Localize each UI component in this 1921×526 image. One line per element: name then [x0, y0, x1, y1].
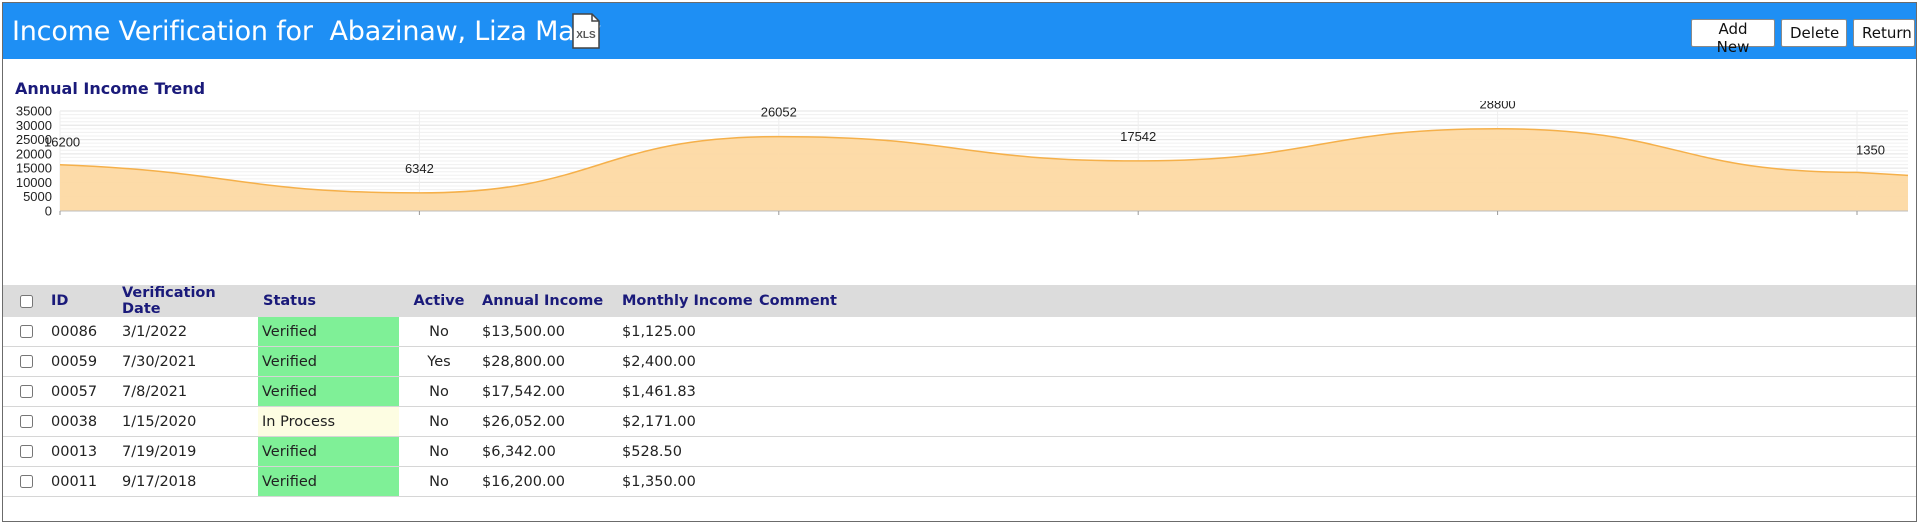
data-label: 28800: [1480, 101, 1516, 112]
select-all-cell: [3, 285, 51, 317]
row-monthly-income: $528.50: [622, 443, 682, 460]
row-verification-date: 7/30/2021: [122, 353, 197, 370]
row-status: Verified: [258, 466, 399, 497]
select-all-checkbox[interactable]: [20, 294, 33, 308]
row-select-cell: [3, 317, 51, 347]
y-tick-label: 15000: [16, 161, 52, 176]
row-id: 00011: [51, 473, 98, 490]
table-row[interactable]: 00011 9/17/2018 Verified No $16,200.00 $…: [3, 466, 1916, 497]
row-checkbox[interactable]: [20, 355, 33, 368]
column-header-id[interactable]: ID: [51, 285, 122, 317]
row-verification-date: 1/15/2020: [122, 413, 197, 430]
row-monthly-income: $1,125.00: [622, 323, 696, 340]
row-id: 00059: [51, 353, 98, 370]
row-select-cell: [3, 467, 51, 497]
row-checkbox[interactable]: [20, 445, 33, 458]
row-comment: [759, 377, 1916, 407]
row-active: No: [429, 383, 449, 400]
table-row[interactable]: 00057 7/8/2021 Verified No $17,542.00 $1…: [3, 376, 1916, 407]
row-checkbox[interactable]: [20, 325, 33, 338]
row-annual-income: $17,542.00: [482, 383, 566, 400]
table-row[interactable]: 00059 7/30/2021 Verified Yes $28,800.00 …: [3, 346, 1916, 377]
data-label: 16200: [44, 135, 80, 150]
row-verification-date: 9/17/2018: [122, 473, 197, 490]
column-header-annual-income[interactable]: Annual Income: [479, 285, 619, 317]
row-comment: [759, 437, 1916, 467]
table-row[interactable]: 00086 3/1/2022 Verified No $13,500.00 $1…: [3, 317, 1916, 347]
row-comment: [759, 347, 1916, 377]
row-id: 00013: [51, 443, 98, 460]
column-header-active[interactable]: Active: [399, 285, 479, 317]
delete-button[interactable]: Delete: [1781, 19, 1847, 47]
row-active: Yes: [427, 353, 451, 370]
row-status: In Process: [258, 406, 399, 437]
verification-grid: ID Verification Date Status Active Annua…: [3, 285, 1916, 497]
row-id: 00057: [51, 383, 98, 400]
excel-export-icon[interactable]: XLS: [571, 13, 601, 49]
row-annual-income: $13,500.00: [482, 323, 566, 340]
column-header-status[interactable]: Status: [258, 285, 399, 317]
row-checkbox[interactable]: [20, 415, 33, 428]
row-annual-income: $26,052.00: [482, 413, 566, 430]
page-title: Income Verification for Abazinaw, Liza M…: [12, 16, 602, 47]
y-tick-label: 5000: [23, 189, 52, 204]
row-verification-date: 3/1/2022: [122, 323, 188, 340]
row-select-cell: [3, 377, 51, 407]
row-comment: [759, 317, 1916, 347]
row-select-cell: [3, 347, 51, 377]
table-header-row: ID Verification Date Status Active Annua…: [3, 285, 1916, 317]
row-id: 00038: [51, 413, 98, 430]
row-select-cell: [3, 437, 51, 467]
table-row[interactable]: 00038 1/15/2020 In Process No $26,052.00…: [3, 406, 1916, 437]
data-label: 1350: [1856, 142, 1885, 157]
row-monthly-income: $1,350.00: [622, 473, 696, 490]
row-active: No: [429, 443, 449, 460]
excel-export-label: XLS: [576, 30, 596, 41]
row-monthly-income: $1,461.83: [622, 383, 696, 400]
row-annual-income: $6,342.00: [482, 443, 556, 460]
return-button[interactable]: Return: [1853, 19, 1915, 47]
row-monthly-income: $2,400.00: [622, 353, 696, 370]
column-header-verification-date[interactable]: Verification Date: [122, 285, 258, 317]
row-comment: [759, 467, 1916, 497]
income-trend-chart: 0500010000150002000025000300003500016200…: [16, 101, 1909, 219]
column-header-comment[interactable]: Comment: [759, 285, 1916, 317]
row-status: Verified: [258, 376, 399, 407]
row-monthly-income: $2,171.00: [622, 413, 696, 430]
income-area: [60, 128, 1908, 211]
column-header-monthly-income[interactable]: Monthly Income: [619, 285, 759, 317]
data-label: 6342: [405, 161, 434, 176]
y-tick-label: 35000: [16, 104, 52, 119]
row-active: No: [429, 323, 449, 340]
row-verification-date: 7/19/2019: [122, 443, 197, 460]
row-annual-income: $16,200.00: [482, 473, 566, 490]
row-status: Verified: [258, 346, 399, 377]
page-header: Income Verification for Abazinaw, Liza M…: [3, 3, 1916, 59]
row-status: Verified: [258, 317, 399, 347]
verification-table: ID Verification Date Status Active Annua…: [3, 285, 1916, 497]
y-tick-label: 10000: [16, 175, 52, 190]
row-verification-date: 7/8/2021: [122, 383, 188, 400]
table-row[interactable]: 00013 7/19/2019 Verified No $6,342.00 $5…: [3, 436, 1916, 467]
row-active: No: [429, 473, 449, 490]
row-checkbox[interactable]: [20, 385, 33, 398]
row-annual-income: $28,800.00: [482, 353, 566, 370]
row-select-cell: [3, 407, 51, 437]
data-label: 17542: [1120, 129, 1156, 144]
row-active: No: [429, 413, 449, 430]
y-tick-label: 0: [45, 204, 52, 219]
row-status: Verified: [258, 436, 399, 467]
row-comment: [759, 407, 1916, 437]
add-new-button[interactable]: Add New: [1691, 19, 1775, 56]
y-tick-label: 30000: [16, 118, 52, 133]
row-id: 00086: [51, 323, 98, 340]
row-checkbox[interactable]: [20, 475, 33, 488]
data-label: 26052: [761, 105, 797, 120]
app-window: Income Verification for Abazinaw, Liza M…: [2, 2, 1917, 522]
chart-title: Annual Income Trend: [15, 79, 206, 98]
